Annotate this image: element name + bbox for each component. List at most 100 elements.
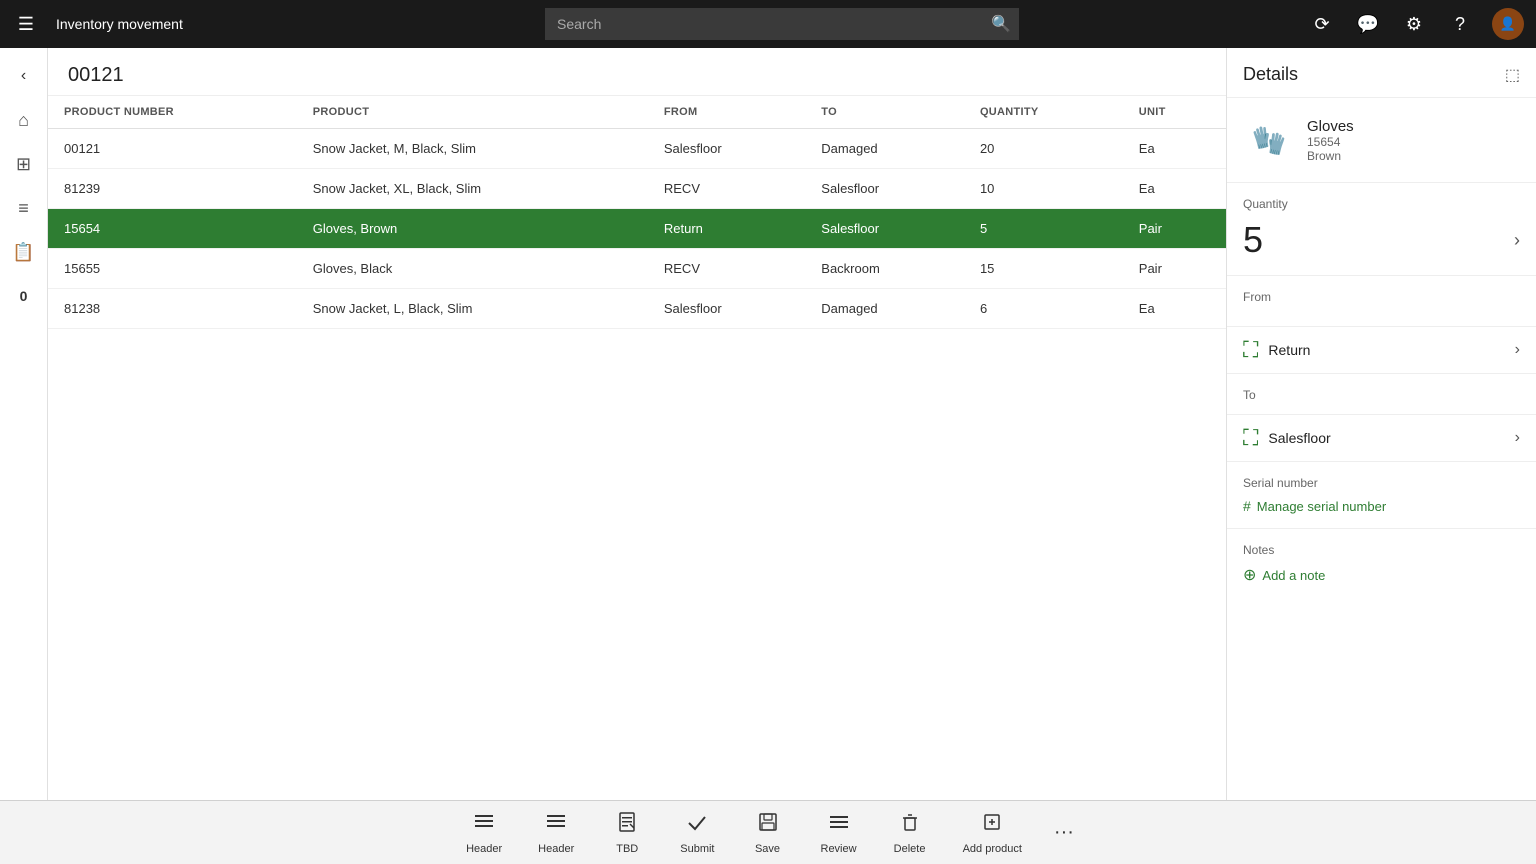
- save-icon: [757, 811, 779, 839]
- tbd-button[interactable]: TBD: [592, 805, 662, 861]
- table-row[interactable]: 15654 Gloves, Brown Return Salesfloor 5 …: [48, 209, 1226, 249]
- search-button[interactable]: 🔍: [991, 14, 1011, 34]
- topbar-icons: ⟳ 💬 ⚙ ? 👤: [1308, 8, 1524, 40]
- serial-link-row[interactable]: # Manage serial number: [1243, 498, 1520, 514]
- notes-section: Notes ⊕ Add a note: [1227, 529, 1536, 599]
- cell-product: Snow Jacket, M, Black, Slim: [297, 129, 648, 169]
- cell-product-number: 81238: [48, 289, 297, 329]
- cell-to: Backroom: [805, 249, 964, 289]
- chat-button[interactable]: 💬: [1354, 10, 1382, 38]
- clipboard-button[interactable]: 📋: [4, 232, 44, 272]
- clipboard-icon: 📋: [12, 242, 34, 263]
- quantity-chevron[interactable]: ›: [1514, 230, 1520, 251]
- menu-button[interactable]: ≡: [4, 188, 44, 228]
- cell-from: RECV: [648, 169, 805, 209]
- submit-button[interactable]: Submit: [662, 805, 732, 861]
- cell-from: Salesfloor: [648, 129, 805, 169]
- more-button[interactable]: ···: [1040, 815, 1088, 850]
- review-button[interactable]: Review: [803, 805, 875, 861]
- details-panel: Details ⬚ 🧤 Gloves 15654 Brown Quantity …: [1226, 48, 1536, 800]
- col-product: PRODUCT: [297, 96, 648, 129]
- cell-to: Damaged: [805, 289, 964, 329]
- table-body: 00121 Snow Jacket, M, Black, Slim Salesf…: [48, 129, 1226, 329]
- cell-product-number: 81239: [48, 169, 297, 209]
- col-unit: UNIT: [1123, 96, 1226, 129]
- submit-icon: [686, 811, 708, 839]
- header1-button[interactable]: Header: [448, 805, 520, 861]
- save-button[interactable]: Save: [733, 805, 803, 861]
- add-product-button[interactable]: Add product: [945, 805, 1040, 861]
- tbd-icon: [616, 811, 638, 839]
- cell-product: Snow Jacket, XL, Black, Slim: [297, 169, 648, 209]
- topbar: ☰ Inventory movement 🔍 ⟳ 💬 ⚙ ? 👤: [0, 0, 1536, 48]
- from-location-icon: ⛶: [1243, 337, 1258, 363]
- table-row[interactable]: 81239 Snow Jacket, XL, Black, Slim RECV …: [48, 169, 1226, 209]
- add-note-icon: ⊕: [1243, 565, 1256, 585]
- submit-label: Submit: [680, 843, 714, 855]
- avatar[interactable]: 👤: [1492, 8, 1524, 40]
- details-title: Details: [1243, 64, 1298, 85]
- from-location-row[interactable]: ⛶ Return ›: [1227, 327, 1536, 374]
- home-button[interactable]: ⌂: [4, 100, 44, 140]
- cell-unit: Ea: [1123, 129, 1226, 169]
- to-label: To: [1243, 388, 1520, 402]
- cell-product-number: 15654: [48, 209, 297, 249]
- expand-button[interactable]: ⬚: [1505, 65, 1520, 85]
- table-row[interactable]: 00121 Snow Jacket, M, Black, Slim Salesf…: [48, 129, 1226, 169]
- delete-button[interactable]: Delete: [875, 805, 945, 861]
- cell-product: Gloves, Brown: [297, 209, 648, 249]
- menu-icon: ≡: [18, 198, 29, 219]
- settings-button[interactable]: ⚙: [1400, 10, 1428, 38]
- from-location-name: Return: [1268, 342, 1310, 358]
- from-location-left: ⛶ Return: [1243, 337, 1310, 363]
- header2-button[interactable]: Header: [520, 805, 592, 861]
- col-to: TO: [805, 96, 964, 129]
- quantity-value-row: 5 ›: [1243, 219, 1520, 261]
- from-chevron[interactable]: ›: [1515, 341, 1520, 359]
- table-header-row: PRODUCT NUMBER PRODUCT FROM TO QUANTITY …: [48, 96, 1226, 129]
- quantity-number: 5: [1243, 219, 1263, 261]
- hamburger-menu-button[interactable]: ☰: [12, 10, 40, 38]
- add-product-icon: [981, 811, 1003, 839]
- sidebar-zero: 0: [4, 276, 44, 316]
- expand-icon: ⬚: [1505, 65, 1520, 85]
- home-icon: ⌂: [18, 110, 29, 131]
- table-row[interactable]: 81238 Snow Jacket, L, Black, Slim Salesf…: [48, 289, 1226, 329]
- page-title: 00121: [48, 48, 1226, 96]
- cell-product: Gloves, Black: [297, 249, 648, 289]
- add-note-row[interactable]: ⊕ Add a note: [1243, 565, 1520, 585]
- col-product-number: PRODUCT NUMBER: [48, 96, 297, 129]
- quantity-label: Quantity: [1243, 197, 1520, 211]
- from-section-label: From: [1227, 276, 1536, 327]
- refresh-icon: ⟳: [1314, 14, 1329, 35]
- cell-unit: Pair: [1123, 209, 1226, 249]
- to-chevron[interactable]: ›: [1515, 429, 1520, 447]
- cell-quantity: 15: [964, 249, 1123, 289]
- search-input[interactable]: [545, 8, 1019, 40]
- refresh-button[interactable]: ⟳: [1308, 10, 1336, 38]
- product-info: 🧤 Gloves 15654 Brown: [1227, 98, 1536, 183]
- quantity-section: Quantity 5 ›: [1227, 183, 1536, 276]
- back-icon: ‹: [21, 67, 26, 85]
- cell-quantity: 20: [964, 129, 1123, 169]
- tbd-label: TBD: [616, 843, 638, 855]
- to-location-left: ⛶ Salesfloor: [1243, 425, 1331, 451]
- box-button[interactable]: ⊞: [4, 144, 44, 184]
- help-button[interactable]: ?: [1446, 10, 1474, 38]
- hamburger-icon: ☰: [18, 14, 34, 35]
- to-location-icon: ⛶: [1243, 425, 1258, 451]
- help-icon: ?: [1455, 14, 1465, 35]
- back-button[interactable]: ‹: [4, 56, 44, 96]
- avatar-text: 👤: [1500, 16, 1516, 32]
- cell-to: Salesfloor: [805, 169, 964, 209]
- content-panel: 00121 PRODUCT NUMBER PRODUCT FROM TO QUA…: [48, 48, 1226, 800]
- cell-quantity: 6: [964, 289, 1123, 329]
- more-icon: ···: [1054, 821, 1074, 844]
- to-location-row[interactable]: ⛶ Salesfloor ›: [1227, 415, 1536, 462]
- col-from: FROM: [648, 96, 805, 129]
- main-area: ‹ ⌂ ⊞ ≡ 📋 0 00121 PRODUCT NUMBER PRODUCT…: [0, 48, 1536, 800]
- cell-quantity: 5: [964, 209, 1123, 249]
- cell-product-number: 15655: [48, 249, 297, 289]
- manage-serial-link[interactable]: Manage serial number: [1257, 499, 1386, 514]
- table-row[interactable]: 15655 Gloves, Black RECV Backroom 15 Pai…: [48, 249, 1226, 289]
